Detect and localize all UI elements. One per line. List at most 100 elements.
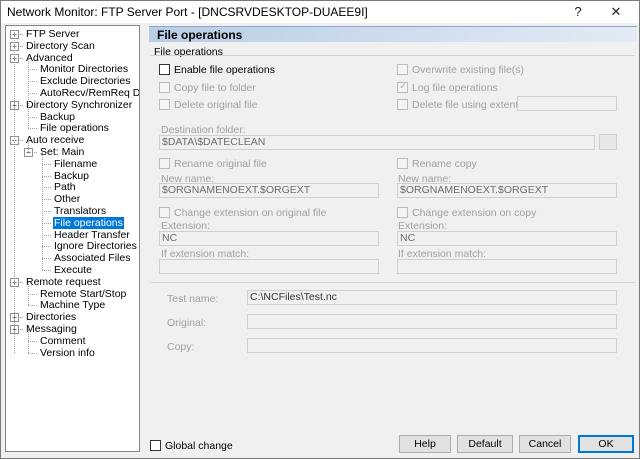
delete-file-using-extension-checkbox[interactable]: Delete file using extention:	[397, 98, 535, 111]
group-divider	[151, 55, 635, 56]
tree-item-label: Advanced	[26, 51, 73, 64]
if-ext-match-copy-field[interactable]	[397, 259, 617, 274]
tree-item-label: FTP Server	[26, 28, 80, 40]
original-label: Original:	[167, 317, 207, 329]
checkbox-box	[159, 207, 170, 218]
tree-guide-line	[28, 140, 29, 152]
tree-connector	[28, 116, 37, 118]
checkbox-label: Log file operations	[412, 81, 498, 94]
rename-original-file-checkbox[interactable]: Rename original file	[159, 157, 267, 170]
new-name-copy-field[interactable]: $ORGNAMENOEXT.$ORGEXT	[397, 183, 617, 198]
if-ext-match-original-field[interactable]	[159, 259, 379, 274]
tree-item[interactable]: Translators	[6, 205, 139, 217]
destination-folder-field[interactable]: $DATA\$DATECLEAN	[159, 135, 595, 150]
tree-item[interactable]: Machine Type	[6, 299, 139, 311]
title-bar: Network Monitor: FTP Server Port - [DNCS…	[1, 1, 639, 23]
tree-item[interactable]: Associated Files	[6, 252, 139, 264]
global-change-checkbox[interactable]: Global change	[150, 439, 233, 452]
main-window: Network Monitor: FTP Server Port - [DNCS…	[0, 0, 640, 459]
tree-item[interactable]: Header Transfer	[6, 229, 139, 241]
tree-item[interactable]: + Remote request	[6, 276, 139, 288]
log-file-operations-checkbox[interactable]: Log file operations	[397, 81, 498, 94]
ok-button[interactable]: OK	[578, 435, 634, 453]
tree-item[interactable]: + Directory Synchronizer	[6, 99, 139, 111]
section-divider	[151, 282, 635, 283]
delete-extension-field[interactable]	[517, 96, 617, 111]
tree-connector	[42, 246, 51, 248]
checkbox-box	[397, 99, 408, 110]
checkbox-box	[397, 158, 408, 169]
tree-item[interactable]: File operations	[6, 216, 139, 229]
default-button[interactable]: Default	[457, 435, 513, 453]
tree-connector	[28, 81, 37, 83]
checkbox-label: Rename copy	[412, 157, 477, 170]
tree-item[interactable]: Backup	[6, 170, 139, 182]
tree-item-label: Ignore Directories	[54, 240, 137, 253]
tree-item-label: File operations	[53, 216, 124, 229]
tree-item[interactable]: Backup	[6, 111, 139, 123]
delete-original-file-checkbox[interactable]: Delete original file	[159, 98, 257, 111]
tree-item[interactable]: + FTP Server	[6, 28, 139, 40]
tree-item-label: Comment	[40, 334, 86, 347]
tree-item-label: Directory Scan	[26, 39, 95, 52]
tree-item-label: Messaging	[26, 323, 77, 335]
tree-item[interactable]: − Set: Main	[6, 146, 139, 158]
tree-item[interactable]: Version info	[6, 347, 139, 359]
rename-copy-checkbox[interactable]: Rename copy	[397, 157, 477, 170]
tree-item[interactable]: Path	[6, 181, 139, 193]
extension-original-field[interactable]: NC	[159, 231, 379, 246]
tree-item[interactable]: Comment	[6, 335, 139, 347]
tree-item-label: Associated Files	[54, 252, 131, 265]
checkbox-box	[159, 158, 170, 169]
tree-guide-line	[28, 57, 29, 129]
copy-label: Copy:	[167, 341, 195, 353]
tree-guide-line	[14, 34, 15, 353]
tree-guide-line	[42, 152, 43, 270]
tree-item-label: Header Transfer	[54, 228, 130, 241]
tree-item[interactable]: + Directory Scan	[6, 40, 139, 52]
test-name-label: Test name:	[167, 293, 219, 305]
tree-item[interactable]: + Messaging	[6, 323, 139, 335]
copy-file-to-folder-checkbox[interactable]: Copy file to folder	[159, 81, 256, 94]
checkbox-box	[397, 64, 408, 75]
tree-item[interactable]: + Advanced	[6, 52, 139, 64]
change-ext-original-checkbox[interactable]: Change extension on original file	[159, 206, 326, 219]
tree-guide-line	[28, 329, 29, 353]
tree-item[interactable]: Filename	[6, 158, 139, 170]
tree-item[interactable]: AutoRecv/RemReq Dirs.	[6, 87, 139, 99]
change-ext-copy-checkbox[interactable]: Change extension on copy	[397, 206, 536, 219]
tree-guide-line	[28, 281, 29, 306]
close-icon[interactable]: ✕	[601, 1, 631, 23]
checkbox-box	[159, 82, 170, 93]
tree-item[interactable]: Monitor Directories	[6, 63, 139, 75]
tree-item-label: Monitor Directories	[40, 63, 129, 76]
enable-file-operations-checkbox[interactable]: Enable file operations	[159, 63, 275, 76]
tree-item-label: Other	[54, 193, 81, 206]
tree-item[interactable]: Execute	[6, 264, 139, 276]
tree-item[interactable]: Exclude Directories	[6, 75, 139, 87]
tree-item[interactable]: Other	[6, 193, 139, 205]
help-icon[interactable]: ?	[563, 1, 593, 23]
tree-connector	[28, 352, 37, 354]
tree-item[interactable]: Remote Start/Stop	[6, 288, 139, 300]
checkbox-box	[397, 81, 408, 93]
tree-item-label: Path	[54, 181, 76, 194]
copy-result-field	[247, 338, 617, 353]
tree-item[interactable]: File operations	[6, 122, 139, 134]
tree-item-label: Translators	[54, 205, 107, 217]
test-name-field[interactable]: C:\NCFiles\Test.nc	[247, 290, 617, 305]
tree-item[interactable]: − Auto receive	[6, 134, 139, 146]
browse-folder-button[interactable]	[599, 134, 617, 150]
panel-title: File operations	[157, 28, 243, 42]
tree-item[interactable]: Ignore Directories	[6, 240, 139, 252]
tree-item-label: Backup	[54, 169, 90, 182]
tree-item[interactable]: + Directories	[6, 311, 139, 323]
settings-tree[interactable]: + FTP Server + Directory Scan + Advanced Monit…	[5, 25, 140, 452]
new-name-original-field[interactable]: $ORGNAMENOEXT.$ORGEXT	[159, 183, 379, 198]
help-button[interactable]: Help	[399, 435, 451, 453]
tree-connector	[28, 93, 37, 94]
tree-connector	[28, 69, 37, 71]
overwrite-existing-checkbox[interactable]: Overwrite existing file(s)	[397, 63, 524, 76]
cancel-button[interactable]: Cancel	[519, 435, 571, 453]
extension-copy-field[interactable]: NC	[397, 231, 617, 246]
